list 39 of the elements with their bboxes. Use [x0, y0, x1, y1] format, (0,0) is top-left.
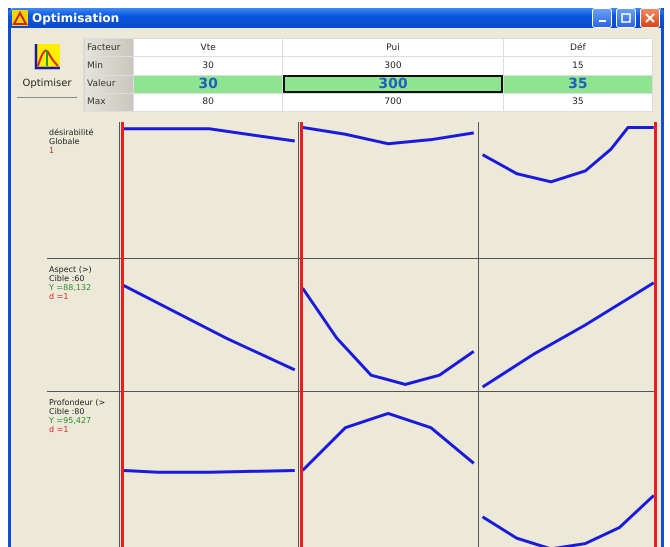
- table-cell[interactable]: 15: [503, 56, 652, 75]
- response-label: d =1: [49, 292, 70, 301]
- value-marker[interactable]: [300, 122, 304, 547]
- table-cell[interactable]: 35: [503, 75, 652, 94]
- response-label: désirabilité: [49, 128, 94, 137]
- close-button[interactable]: [640, 8, 660, 28]
- column-header[interactable]: Vte: [134, 38, 283, 57]
- value-marker[interactable]: [121, 122, 124, 547]
- table-cell[interactable]: 35: [503, 93, 652, 112]
- chart-icon: [32, 42, 62, 72]
- table-cell[interactable]: 80: [134, 93, 283, 112]
- optimize-button[interactable]: Optimiser: [17, 38, 77, 98]
- maximize-button[interactable]: [616, 8, 636, 28]
- app-icon: [12, 10, 28, 26]
- column-header[interactable]: Déf: [503, 38, 652, 57]
- row-label: Facteur: [84, 38, 134, 57]
- response-label: Y =95,427: [49, 416, 92, 425]
- response-label: Cible :60: [49, 274, 86, 283]
- close-icon: [645, 13, 655, 23]
- response-label: Y =88,132: [49, 283, 92, 292]
- table-cell[interactable]: 300: [282, 75, 504, 94]
- table-cell[interactable]: 30: [134, 56, 283, 75]
- response-label: Profondeur (>: [49, 398, 106, 407]
- row-label: Valeur: [84, 75, 134, 94]
- table-cell[interactable]: 30: [134, 75, 283, 94]
- value-marker[interactable]: [654, 122, 657, 547]
- response-label: Cible :80: [49, 407, 86, 416]
- table-cell[interactable]: 700: [282, 93, 504, 112]
- response-label: Aspect (>): [49, 265, 93, 274]
- row-label: Min: [84, 56, 134, 75]
- column-header[interactable]: Pui: [282, 38, 504, 57]
- window-title: Optimisation: [32, 11, 120, 25]
- maximize-icon: [621, 13, 631, 23]
- minimize-icon: [598, 20, 606, 22]
- response-label: d =1: [49, 425, 70, 434]
- minimize-button[interactable]: [592, 8, 612, 28]
- response-label: Globale: [49, 137, 80, 146]
- response-label: 1: [49, 146, 56, 155]
- row-label: Max: [84, 93, 134, 112]
